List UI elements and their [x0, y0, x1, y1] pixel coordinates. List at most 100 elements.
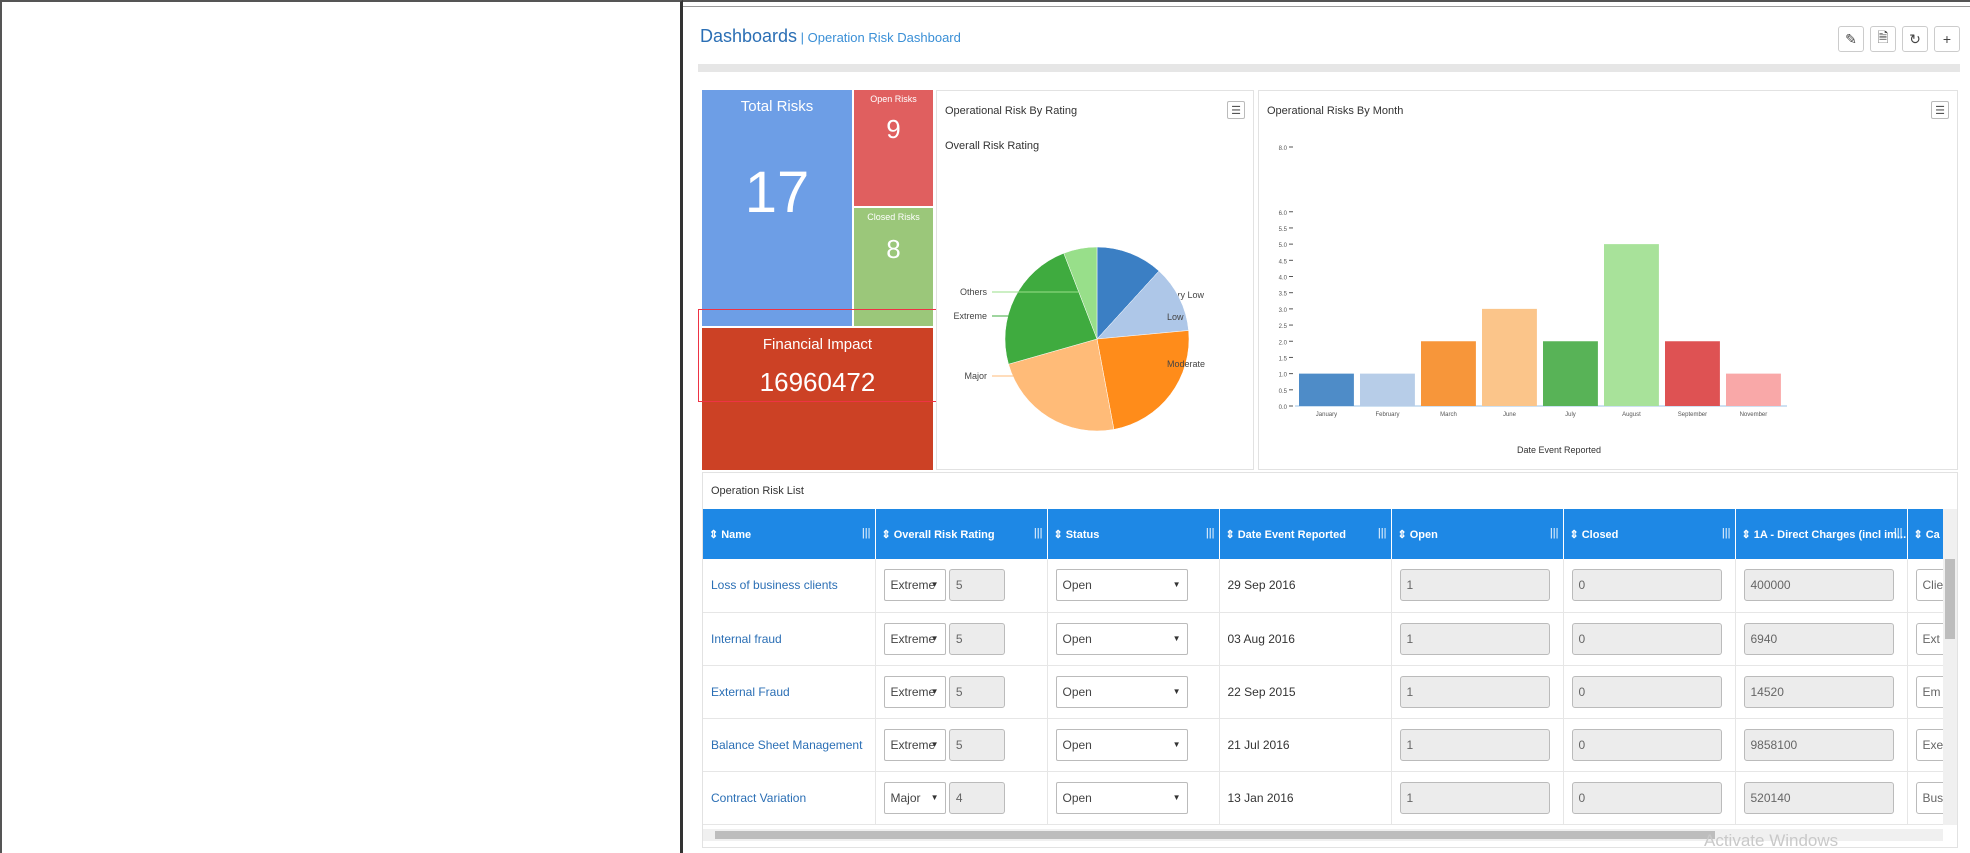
open-risks-tile[interactable]: Open Risks 9 [854, 90, 933, 206]
direct-charges-cell: 520140 [1735, 771, 1908, 825]
bar-november[interactable] [1726, 373, 1781, 406]
open-cell: 1 [1391, 559, 1564, 613]
rating-cell: Extreme ▼ 5 [875, 718, 1048, 772]
page-title[interactable]: Dashboards [700, 26, 797, 46]
risk-name-link[interactable]: External Fraud [711, 685, 790, 699]
bar-september[interactable] [1665, 341, 1720, 406]
direct-charges-field[interactable]: 14520 [1743, 675, 1894, 708]
x-axis-label: Date Event Reported [1517, 445, 1601, 455]
rating-number-field[interactable]: 5 [948, 622, 1005, 655]
status-cell: Open ▼ [1047, 559, 1220, 613]
status-select[interactable]: Open ▼ [1055, 622, 1188, 655]
rating-number-field[interactable]: 5 [948, 728, 1005, 761]
rating-number-field[interactable]: 5 [948, 675, 1005, 708]
rating-select[interactable]: Extreme ▼ [883, 675, 946, 708]
open-count-field[interactable]: 1 [1399, 728, 1550, 761]
bar-february[interactable] [1360, 373, 1415, 406]
rating-select[interactable]: Extreme ▼ [883, 622, 946, 655]
risk-name-link[interactable]: Contract Variation [711, 791, 806, 805]
category-field[interactable]: Clie [1915, 569, 1943, 602]
risk-name-link[interactable]: Internal fraud [711, 632, 782, 646]
column-header-category[interactable]: ⇕ Ca [1907, 509, 1943, 559]
direct-charges-cell: 6940 [1735, 612, 1908, 666]
bar-march[interactable] [1421, 341, 1476, 406]
rating-select[interactable]: Extreme ▼ [883, 569, 946, 602]
rating-number-field[interactable]: 5 [948, 569, 1005, 602]
column-header-name[interactable]: ⇕ Name ||| [703, 509, 876, 559]
bar-june[interactable] [1482, 308, 1537, 406]
open-count-field[interactable]: 1 [1399, 622, 1550, 655]
vertical-scrollbar[interactable] [1943, 509, 1957, 825]
chevron-down-icon: ▼ [930, 739, 939, 749]
vertical-scroll-thumb[interactable] [1945, 559, 1955, 639]
closed-cell: 0 [1563, 771, 1736, 825]
closed-count-field[interactable]: 0 [1571, 675, 1722, 708]
rating-cell: Extreme ▼ 5 [875, 665, 1048, 719]
rating-number-field[interactable]: 4 [948, 781, 1005, 814]
status-select[interactable]: Open ▼ [1055, 781, 1188, 814]
chevron-down-icon: ▼ [930, 792, 939, 802]
date-value: 03 Aug 2016 [1227, 631, 1295, 646]
status-cell: Open ▼ [1047, 718, 1220, 772]
grid-header-row: ⇕ Name ||| ⇕ Overall Risk Rating ||| ⇕ Status… [703, 509, 1943, 559]
closed-count-field[interactable]: 0 [1571, 569, 1722, 602]
status-select[interactable]: Open ▼ [1055, 728, 1188, 761]
category-field[interactable]: Em [1915, 675, 1943, 708]
pencil-icon[interactable]: ✎ [1838, 26, 1864, 52]
table-row[interactable]: Balance Sheet Management Extreme ▼ 5 Open ▼ 2… [703, 718, 1943, 772]
category-field[interactable]: Bus [1915, 781, 1943, 814]
table-row[interactable]: Loss of business clients Extreme ▼ 5 Open ▼ 2… [703, 559, 1943, 613]
date-cell: 13 Jan 2016 [1219, 771, 1392, 825]
column-header-status[interactable]: ⇕ Status ||| [1047, 509, 1220, 559]
column-header-open[interactable]: ⇕ Open ||| [1391, 509, 1564, 559]
risk-rating-pie-chart: Overall Risk Rating Very LowLowModerateM… [945, 140, 1205, 432]
category-cell: Em [1907, 665, 1943, 719]
bar-july[interactable] [1543, 341, 1598, 406]
column-header-rating[interactable]: ⇕ Overall Risk Rating ||| [875, 509, 1048, 559]
open-risks-label: Open Risks [870, 94, 917, 104]
pdf-icon[interactable]: 🗎 [1870, 26, 1896, 52]
horizontal-scroll-thumb[interactable] [715, 831, 1715, 839]
table-row[interactable]: Contract Variation Major ▼ 4 Open ▼ 13 Jan 20… [703, 771, 1943, 825]
y-tick-label: 5.5 [1279, 227, 1288, 233]
risk-name-link[interactable]: Balance Sheet Management [711, 738, 862, 752]
header-toolbar: ✎ 🗎 ↻ + [1838, 26, 1960, 52]
closed-cell: 0 [1563, 612, 1736, 666]
direct-charges-field[interactable]: 9858100 [1743, 728, 1894, 761]
operation-risk-list-panel: Operation Risk List ⇕ Name ||| ⇕ Overall Ri… [702, 472, 1958, 848]
chevron-down-icon: ▼ [930, 633, 939, 643]
total-risks-tile[interactable]: Total Risks 17 [702, 90, 852, 326]
category-field[interactable]: Ext [1915, 622, 1943, 655]
column-header-direct-charges[interactable]: ⇕ 1A - Direct Charges (incl im... ||| [1735, 509, 1908, 559]
table-row[interactable]: Internal fraud Extreme ▼ 5 Open ▼ 03 Aug 2016… [703, 612, 1943, 666]
column-header-closed[interactable]: ⇕ Closed ||| [1563, 509, 1736, 559]
direct-charges-cell: 400000 [1735, 559, 1908, 613]
rating-select[interactable]: Major ▼ [883, 781, 946, 814]
table-row[interactable]: External Fraud Extreme ▼ 5 Open ▼ 22 Sep 2015… [703, 665, 1943, 719]
x-tick-label: January [1316, 412, 1337, 418]
y-tick-label: 3.5 [1279, 292, 1288, 298]
open-count-field[interactable]: 1 [1399, 781, 1550, 814]
refresh-icon[interactable]: ↻ [1902, 26, 1928, 52]
risk-name-cell: Contract Variation [703, 771, 876, 825]
risk-name-link[interactable]: Loss of business clients [711, 578, 838, 592]
bar-january[interactable] [1299, 373, 1354, 406]
open-count-field[interactable]: 1 [1399, 569, 1550, 602]
direct-charges-cell: 14520 [1735, 665, 1908, 719]
column-header-date[interactable]: ⇕ Date Event Reported ||| [1219, 509, 1392, 559]
risk-data-grid: ⇕ Name ||| ⇕ Overall Risk Rating ||| ⇕ Status… [703, 509, 1943, 825]
status-select[interactable]: Open ▼ [1055, 675, 1188, 708]
direct-charges-field[interactable]: 6940 [1743, 622, 1894, 655]
risk-name-cell: Loss of business clients [703, 559, 876, 613]
category-field[interactable]: Exe [1915, 728, 1943, 761]
status-select[interactable]: Open ▼ [1055, 569, 1188, 602]
direct-charges-field[interactable]: 400000 [1743, 569, 1894, 602]
direct-charges-field[interactable]: 520140 [1743, 781, 1894, 814]
closed-count-field[interactable]: 0 [1571, 781, 1722, 814]
closed-count-field[interactable]: 0 [1571, 622, 1722, 655]
bar-august[interactable] [1604, 244, 1659, 406]
open-count-field[interactable]: 1 [1399, 675, 1550, 708]
closed-count-field[interactable]: 0 [1571, 728, 1722, 761]
rating-select[interactable]: Extreme ▼ [883, 728, 946, 761]
plus-icon[interactable]: + [1934, 26, 1960, 52]
